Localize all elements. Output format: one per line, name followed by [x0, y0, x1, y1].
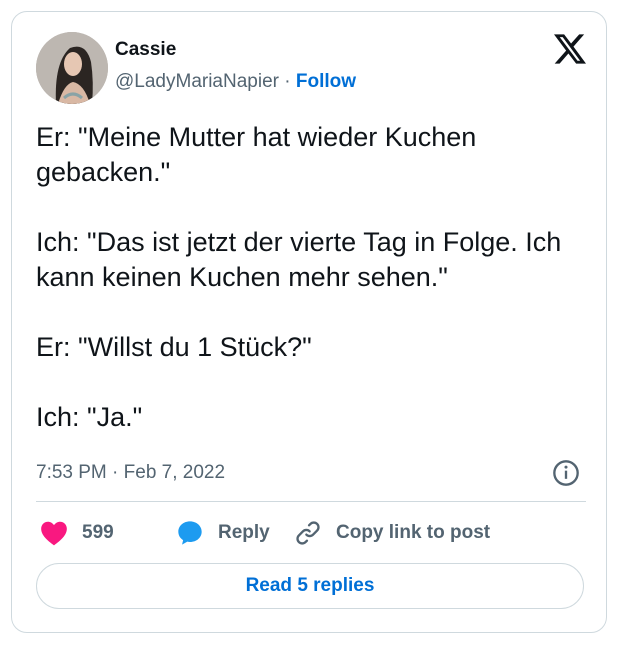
tweet-paragraph: Er: "Meine Mutter hat wieder Kuchen geba…: [36, 122, 477, 187]
avatar-image: [36, 32, 108, 104]
reply-label: Reply: [218, 522, 270, 543]
tweet-text: Er: "Meine Mutter hat wieder Kuchen geba…: [36, 120, 586, 435]
read-replies-button[interactable]: Read 5 replies: [36, 563, 584, 609]
timestamp-separator: ·: [106, 462, 124, 483]
tweet-paragraph: Er: "Willst du 1 Stück?": [36, 332, 312, 362]
author-display-name[interactable]: Cassie: [115, 38, 176, 62]
heart-icon: [41, 521, 67, 546]
action-bar: 599 Reply Copy link to post: [36, 516, 586, 550]
x-logo-icon[interactable]: [554, 34, 586, 64]
like-button[interactable]: 599: [40, 516, 114, 550]
info-icon[interactable]: [552, 459, 580, 487]
author-handle[interactable]: @LadyMariaNapier: [115, 71, 279, 92]
follow-button[interactable]: Follow: [296, 71, 356, 92]
copy-link-label: Copy link to post: [336, 522, 491, 543]
tweet-card: Cassie @LadyMariaNapier · Follow Er: "Me…: [11, 11, 607, 633]
speech-bubble-icon: [178, 521, 202, 545]
tweet-timestamp[interactable]: 7:53 PM · Feb 7, 2022: [36, 461, 225, 485]
reply-button[interactable]: Reply: [176, 516, 270, 550]
author-handle-row: @LadyMariaNapier · Follow: [115, 70, 356, 94]
copy-link-button[interactable]: Copy link to post: [294, 516, 490, 550]
tweet-date: Feb 7, 2022: [123, 462, 226, 483]
tweet-paragraph: Ich: "Das ist jetzt der vierte Tag in Fo…: [36, 227, 562, 292]
tweet-time: 7:53 PM: [36, 462, 107, 483]
divider: [36, 501, 586, 502]
handle-separator: ·: [278, 71, 296, 92]
like-count: 599: [82, 522, 114, 543]
tweet-paragraph: Ich: "Ja.": [36, 402, 143, 432]
avatar[interactable]: [36, 32, 108, 104]
link-icon: [296, 521, 320, 545]
